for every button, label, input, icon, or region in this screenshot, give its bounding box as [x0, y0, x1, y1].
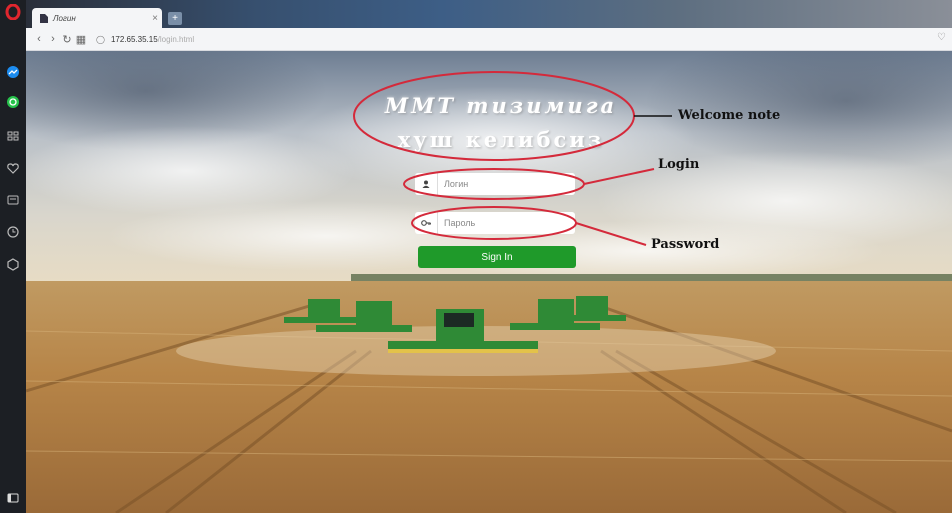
welcome-line-1: ММТ тизимига: [384, 93, 618, 118]
bookmark-heart-icon[interactable]: ♡: [937, 32, 946, 43]
back-icon[interactable]: ‹: [32, 33, 46, 45]
page-icon: [40, 13, 48, 23]
address-bar: ‹ › ↻ ▦ ◯ 172.65.35.15/login.html ♡: [26, 28, 952, 51]
sidebar-toggle-icon[interactable]: [5, 490, 21, 506]
extensions-icon[interactable]: [5, 256, 21, 272]
whatsapp-icon[interactable]: [5, 94, 21, 110]
sign-in-button[interactable]: Sign In: [418, 246, 576, 268]
snapshots-icon[interactable]: [5, 192, 21, 208]
site-info-icon[interactable]: ◯: [96, 35, 105, 44]
tab-close-icon[interactable]: ×: [148, 13, 162, 24]
welcome-line-2: хуш келибсиз: [397, 127, 605, 152]
reload-icon[interactable]: ↻: [60, 33, 74, 46]
welcome-heading: ММТ тизимига хуш келибсиз: [366, 89, 636, 157]
key-icon: [415, 212, 438, 234]
url-path: /login.html: [157, 34, 195, 44]
heart-icon[interactable]: [5, 160, 21, 176]
forward-icon[interactable]: ›: [46, 33, 60, 45]
messenger-icon[interactable]: [5, 64, 21, 80]
url-field[interactable]: ◯ 172.65.35.15/login.html: [96, 35, 194, 44]
speed-dial-icon[interactable]: [5, 128, 21, 144]
history-icon[interactable]: [5, 224, 21, 240]
browser-tab[interactable]: Логин ×: [32, 8, 162, 28]
login-field[interactable]: Логин: [415, 173, 575, 195]
browser-sidebar: [0, 0, 26, 513]
new-tab-button[interactable]: +: [168, 12, 182, 25]
password-annotation-label: Password: [651, 237, 720, 252]
page-viewport: ММТ тизимига хуш келибсиз Логин Пароль S…: [26, 51, 952, 513]
tab-title: Логин: [53, 13, 76, 23]
login-annotation-label: Login: [658, 157, 700, 172]
speed-dial-grid-icon[interactable]: ▦: [74, 33, 88, 46]
welcome-annotation-label: Welcome note: [678, 108, 781, 123]
url-host: 172.65.35.15: [110, 34, 158, 44]
password-field[interactable]: Пароль: [415, 212, 575, 234]
password-placeholder: Пароль: [444, 218, 476, 228]
user-icon: [415, 173, 438, 195]
opera-logo-icon[interactable]: [5, 4, 21, 20]
tab-strip: Логин × +: [26, 0, 952, 28]
login-placeholder: Логин: [444, 179, 469, 189]
